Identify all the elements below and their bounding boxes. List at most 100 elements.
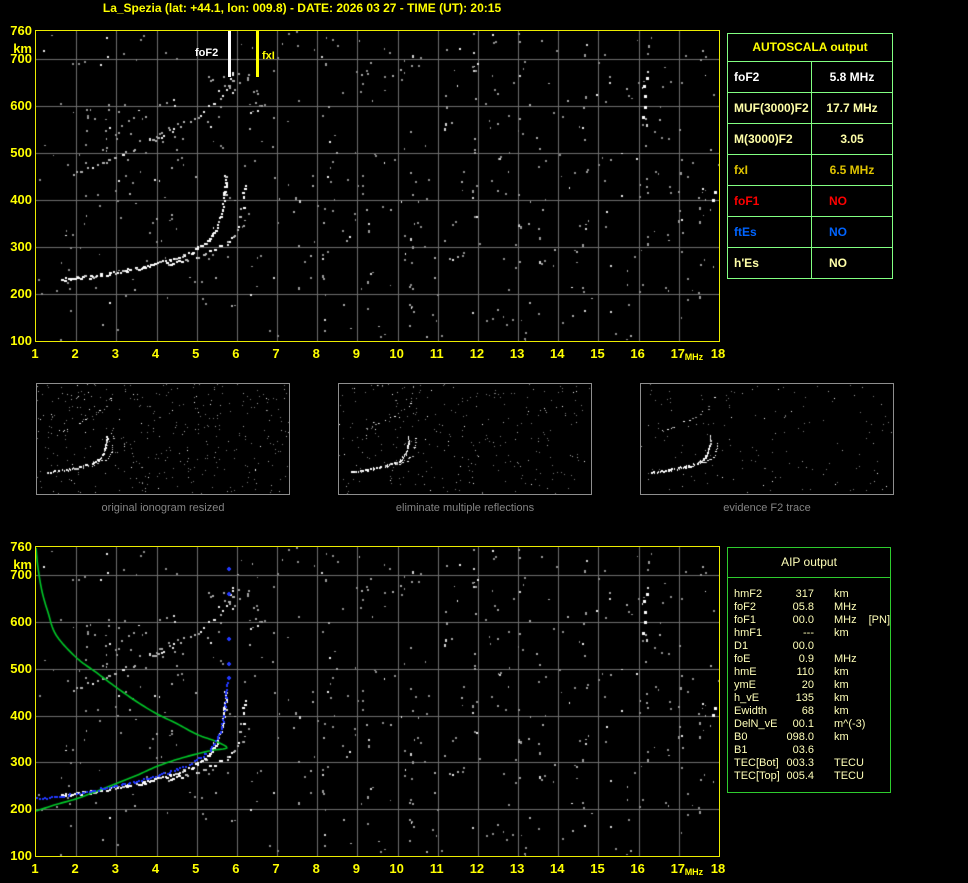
thumbnail-original-canvas: [37, 384, 289, 494]
aip-row-delnve: DelN_vE 00.1 m^(-3): [734, 718, 890, 731]
x-tick-label: 9: [352, 346, 361, 361]
thumbnail-evidence-f2: [640, 383, 894, 495]
x-tick-label: 7: [272, 861, 280, 876]
aip-row-unit: km: [834, 731, 849, 743]
x-tick-label: 11: [429, 346, 444, 361]
autoscala-row-hes: h'Es NO: [728, 248, 892, 278]
y-tick-label: 600: [10, 98, 32, 114]
aip-row-unit: km: [834, 588, 849, 600]
x-tick-label: 1: [31, 861, 39, 876]
aip-row-extra: [PN]: [868, 614, 891, 626]
x-tick-label: 3: [111, 861, 119, 876]
aip-row-hve: h_vE 135 km: [734, 692, 890, 705]
aip-row-yme: ymE 20 km: [734, 679, 890, 692]
aip-row-b0: B0 098.0 km: [734, 731, 890, 744]
autoscala-row-value: 17.7 MHz: [826, 101, 878, 115]
profile-ionogram-plot: [35, 546, 720, 857]
x-tick-label: 5: [192, 346, 200, 361]
x-tick-label: 12: [469, 861, 485, 876]
x-tick-label: 3: [111, 346, 119, 361]
profile-ionogram-canvas: [36, 547, 719, 856]
aip-row-label: Ewidth: [734, 705, 768, 717]
aip-row-unit: TECU: [834, 757, 864, 769]
x-tick-label: 8: [312, 861, 320, 876]
x-tick-label: 15: [590, 861, 605, 876]
aip-row-label: foF2: [734, 601, 757, 613]
aip-row-b1: B1 03.6: [734, 744, 890, 757]
aip-row-value: 317: [795, 588, 814, 600]
fxi-marker-label: fxI: [262, 50, 275, 62]
aip-row-label: TEC[Bot]: [734, 757, 779, 769]
fof2-marker-line: [228, 31, 231, 77]
aip-row-unit: MHz: [834, 614, 857, 626]
page-title: La_Spezia (lat: +44.1, lon: 009.8) - DAT…: [102, 1, 502, 15]
x-tick-label: 10: [389, 861, 404, 876]
x-tick-label: 12: [469, 346, 485, 361]
aip-row-value: 05.8: [792, 601, 814, 613]
autoscala-row-fxi: fxI 6.5 MHz: [728, 155, 892, 186]
x-tick-label: 1: [31, 346, 39, 361]
x-tick-label: 5: [192, 861, 200, 876]
autoscala-row-value: 5.8 MHz: [829, 70, 875, 84]
aip-row-value: ---: [803, 627, 814, 639]
x-tick-label: 18: [710, 346, 726, 361]
y-tick-label: 500: [10, 145, 32, 161]
aip-row-unit: m^(-3): [834, 718, 866, 730]
aip-table-rows: hmF2 317 km foF2 05.8 MHz foF1 00.0 MHz [PN] hmF1 -…: [728, 578, 890, 783]
y-tick-label: 760: [10, 539, 32, 554]
y-tick-label: 700: [10, 51, 32, 67]
x-tick-label: 18: [710, 861, 726, 876]
x-tick-label: 6: [232, 861, 240, 876]
x-tick-label: 6: [232, 346, 240, 361]
autoscala-row-label: fxI: [728, 155, 812, 185]
autoscala-row-m3000f2: M(3000)F2 3.05: [728, 124, 892, 155]
main-ionogram-plot: foF2 fxI: [35, 30, 720, 342]
x-tick-label: 10: [389, 346, 404, 361]
x-tick-label: 8: [312, 346, 320, 361]
x-tick-label: 2: [71, 861, 79, 876]
thumbnail-caption-eliminate: eliminate multiple reflections: [395, 502, 535, 514]
aip-row-unit: km: [834, 666, 849, 678]
thumbnail-original-ionogram: [36, 383, 290, 495]
aip-row-value: 098.0: [786, 731, 814, 743]
aip-row-hmf1: hmF1 --- km: [734, 627, 890, 640]
autoscala-row-muf3000f2: MUF(3000)F2 17.7 MHz: [728, 93, 892, 124]
aip-row-label: hmF2: [734, 588, 763, 600]
autoscala-row-value: 6.5 MHz: [829, 163, 875, 177]
aip-row-tecbot: TEC[Bot] 003.3 TECU: [734, 757, 890, 770]
aip-row-value: 03.6: [792, 744, 814, 756]
x-tick-label: 13: [509, 861, 525, 876]
aip-row-unit: TECU: [834, 770, 864, 782]
aip-row-value: 68: [801, 705, 814, 717]
aip-output-table: AIP output hmF2 317 km foF2 05.8 MHz foF1 00.0 M…: [727, 547, 891, 793]
x-tick-label: 9: [352, 861, 361, 876]
aip-row-value: 110: [796, 666, 814, 678]
aip-row-label: hmF1: [734, 627, 763, 639]
aip-row-label: B0: [734, 731, 748, 743]
aip-row-value: 003.3: [786, 757, 814, 769]
thumbnail-eliminate-canvas: [339, 384, 591, 494]
aip-row-label: foF1: [734, 614, 757, 626]
aip-table-title: AIP output: [728, 548, 890, 578]
y-tick-label: 400: [10, 192, 32, 208]
thumbnail-caption-evidence: evidence F2 trace: [723, 502, 811, 514]
aip-row-label: B1: [734, 744, 748, 756]
aip-row-value: 20: [801, 679, 814, 691]
aip-row-unit: km: [834, 679, 849, 691]
aip-row-fof2: foF2 05.8 MHz: [734, 601, 890, 614]
aip-row-ewidth: Ewidth 68 km: [734, 705, 890, 718]
aip-row-label: TEC[Top]: [734, 770, 780, 782]
aip-row-label: DelN_vE: [734, 718, 778, 730]
autoscala-row-fof2: foF2 5.8 MHz: [728, 62, 892, 93]
y-tick-label: 760: [10, 23, 32, 38]
x-tick-label: 7: [272, 346, 280, 361]
aip-row-label: h_vE: [734, 692, 760, 704]
autoscala-row-label: foF1: [728, 186, 812, 216]
aip-row-hmf2: hmF2 317 km: [734, 588, 890, 601]
autoscala-output-table: AUTOSCALA output foF2 5.8 MHz MUF(3000)F2 1…: [727, 33, 893, 279]
thumbnail-evidence-canvas: [641, 384, 893, 494]
y-tick-label: 200: [10, 801, 32, 817]
aip-row-foe: foE 0.9 MHz: [734, 653, 890, 666]
aip-row-value: 00.0: [792, 614, 814, 626]
x-tick-label: 16: [630, 861, 645, 876]
